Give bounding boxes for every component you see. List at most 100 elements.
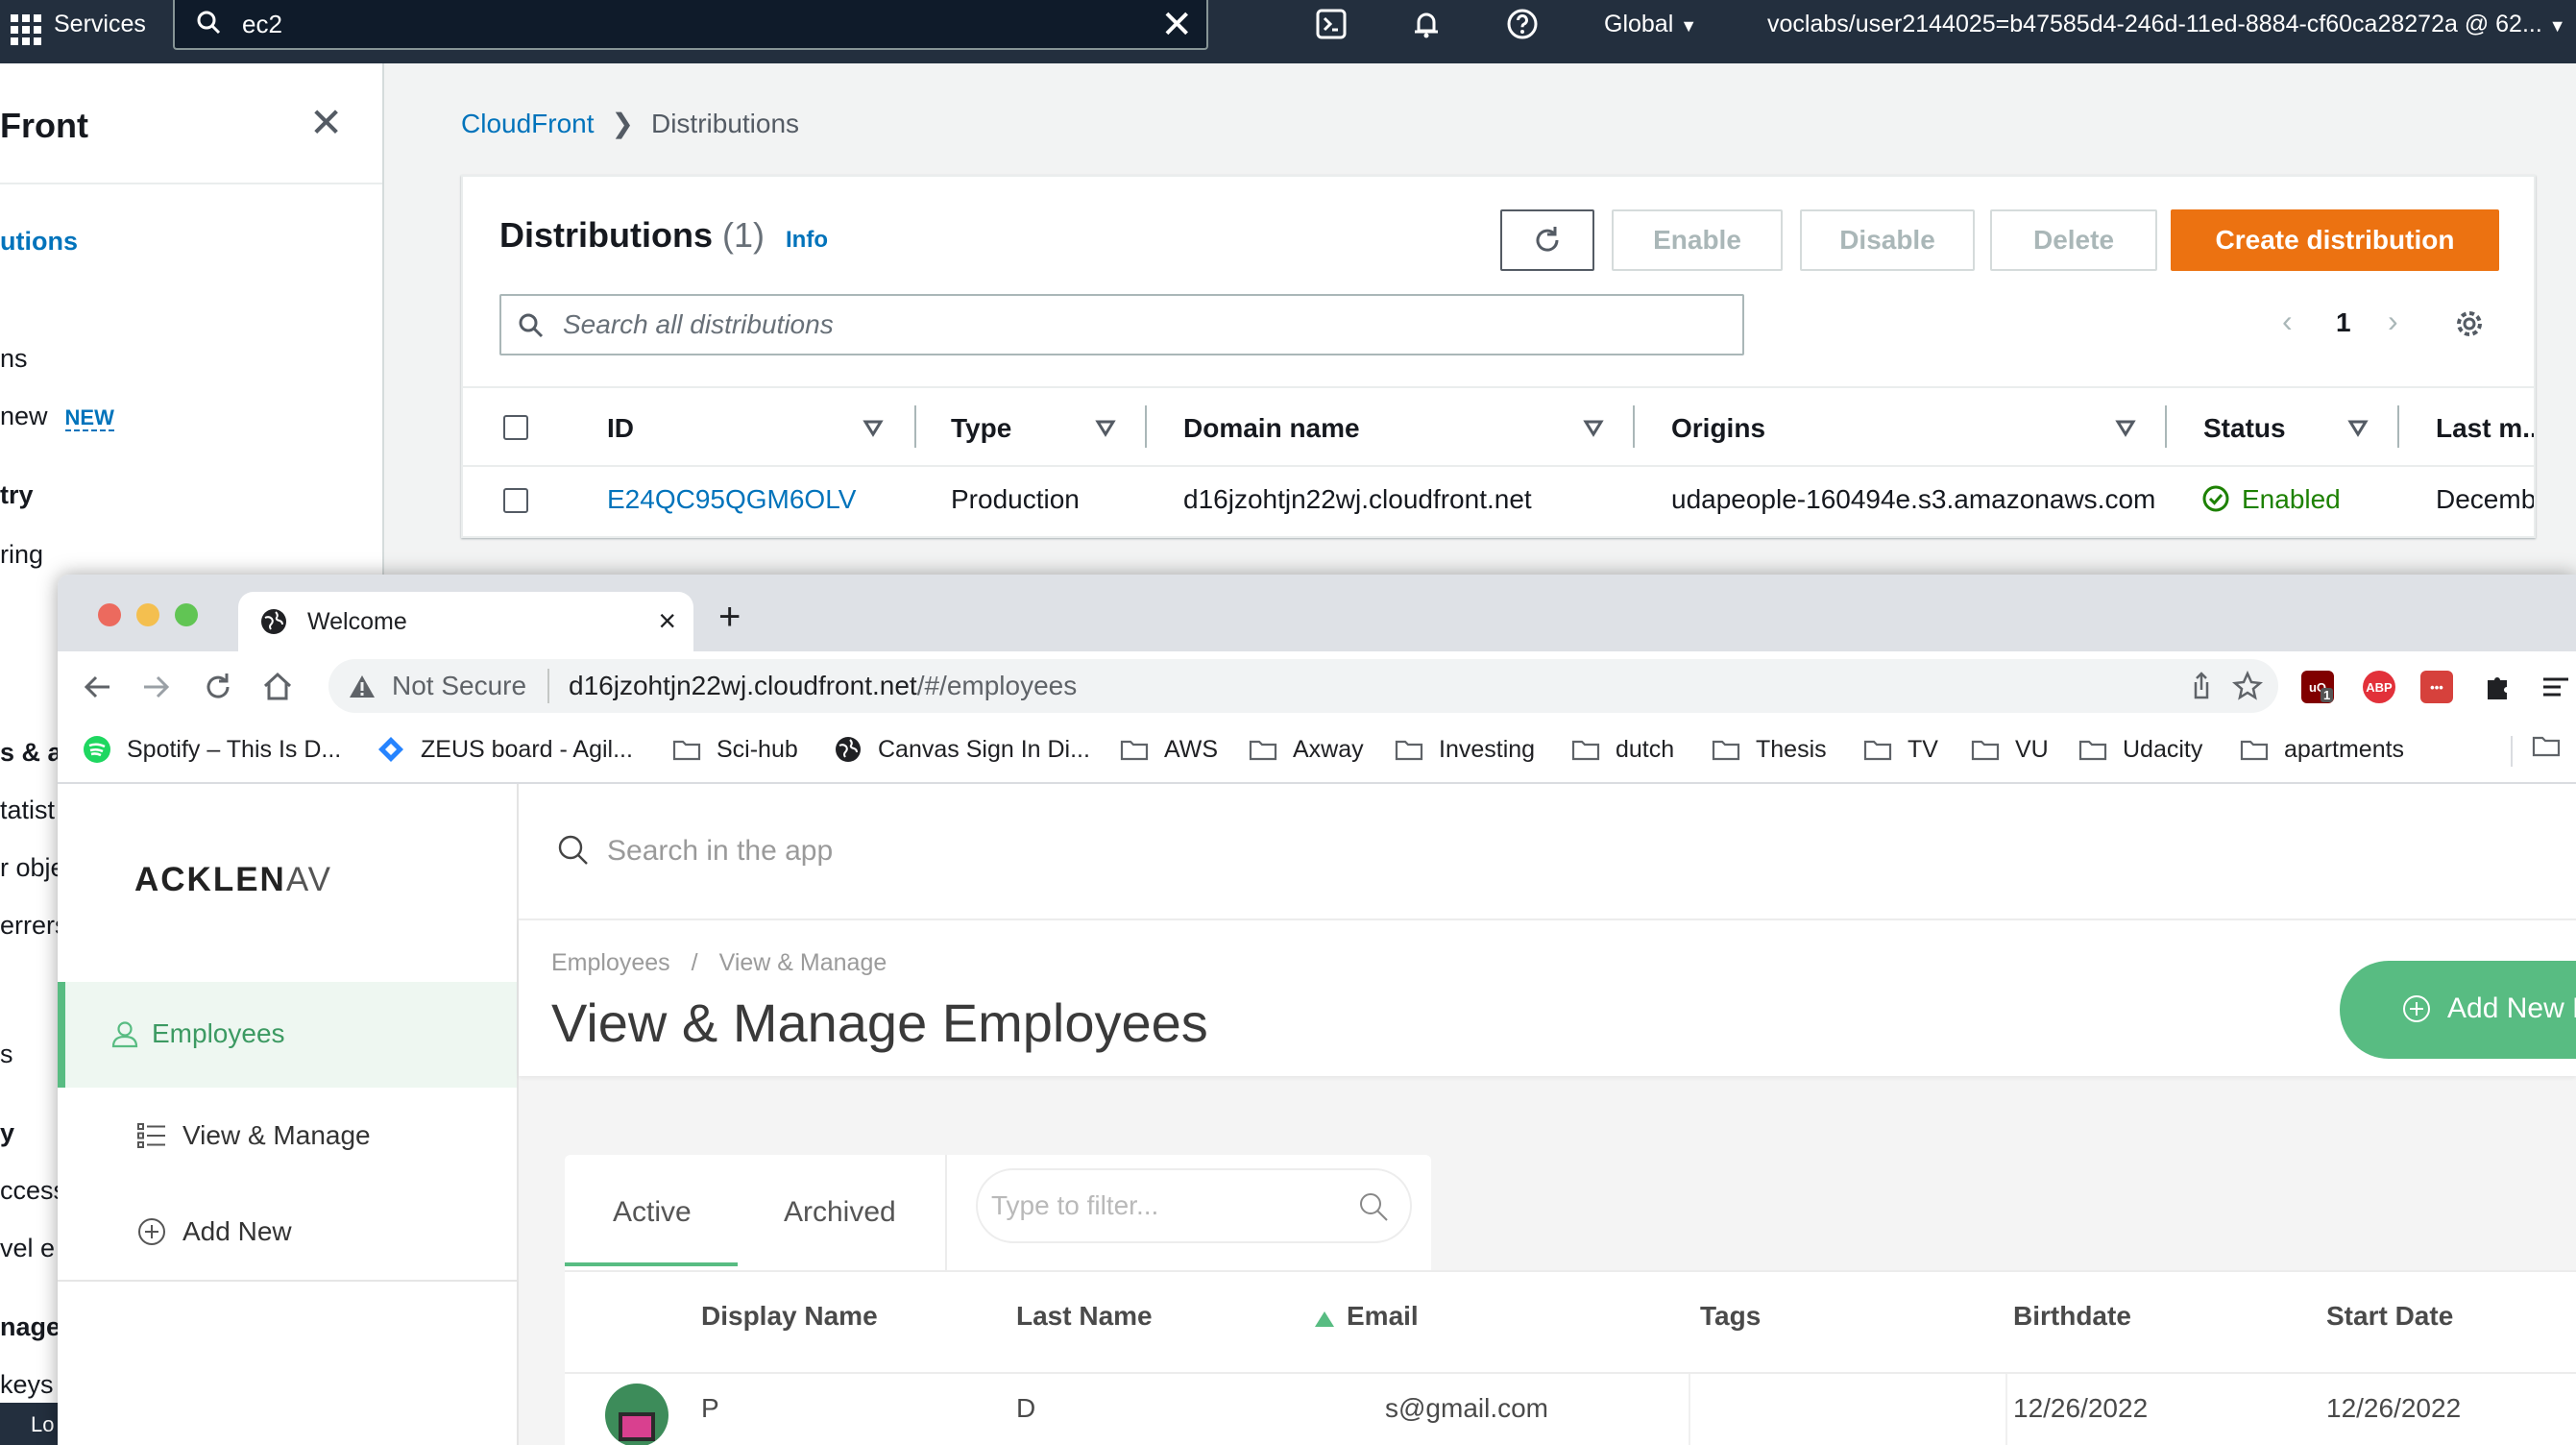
warning-triangle-icon[interactable]	[348, 673, 377, 699]
column-birthdate[interactable]: Birthdate	[2013, 1301, 2131, 1332]
column-divider[interactable]	[2165, 405, 2167, 448]
notifications-bell-icon[interactable]	[1410, 8, 1443, 40]
current-page[interactable]: 1	[2336, 304, 2351, 342]
tab-welcome[interactable]: Welcome ×	[238, 592, 693, 651]
filter-input[interactable]	[991, 1188, 1337, 1224]
share-icon[interactable]	[2186, 671, 2217, 701]
not-secure-label[interactable]: Not Secure	[392, 671, 526, 701]
column-start-date[interactable]: Start Date	[2326, 1301, 2453, 1332]
column-domain-name[interactable]: Domain name	[1183, 413, 1360, 444]
help-icon[interactable]	[1506, 8, 1539, 40]
nav-item-whats-new[interactable]: new NEW	[0, 402, 114, 431]
bookmark-star-icon[interactable]	[2232, 671, 2263, 701]
search-input-value[interactable]: ec2	[242, 10, 282, 38]
close-tab-icon[interactable]: ×	[658, 603, 676, 638]
bookmark-dutch[interactable]: dutch	[1571, 734, 1674, 765]
select-all-checkbox[interactable]	[503, 415, 528, 440]
sidebar-item-view-manage[interactable]: View & Manage	[58, 1084, 517, 1189]
bookmark-zeus-board[interactable]: ZEUS board - Agil...	[377, 734, 633, 765]
bookmark-axway[interactable]: Axway	[1249, 734, 1364, 765]
sort-ascending-icon[interactable]	[1314, 1310, 1335, 1328]
bookmark-tv[interactable]: TV	[1863, 734, 1938, 765]
add-new-employee-button[interactable]: Add New E	[2340, 961, 2576, 1059]
previous-page-icon[interactable]: ‹	[2282, 302, 2293, 340]
bookmark-vu[interactable]: VU	[1971, 734, 2049, 765]
settings-gear-icon[interactable]	[2453, 307, 2486, 340]
column-type[interactable]: Type	[951, 413, 1011, 444]
filter-box[interactable]	[976, 1168, 1412, 1243]
column-display-name[interactable]: Display Name	[701, 1301, 878, 1332]
create-distribution-button[interactable]: Create distribution	[2171, 209, 2499, 271]
column-tags[interactable]: Tags	[1700, 1301, 1761, 1332]
column-divider[interactable]	[914, 405, 916, 448]
services-grid-icon[interactable]	[8, 12, 41, 45]
distribution-search-input[interactable]	[563, 304, 1715, 346]
disable-button[interactable]: Disable	[1800, 209, 1975, 271]
breadcrumb-cloudfront[interactable]: CloudFront	[461, 109, 595, 138]
back-arrow-icon[interactable]	[81, 671, 113, 703]
url-text[interactable]: d16jzohtjn22wj.cloudfront.net/#/employee…	[569, 671, 1077, 701]
extensions-puzzle-icon[interactable]	[2482, 671, 2515, 703]
distribution-search[interactable]	[499, 294, 1744, 355]
sort-down-icon[interactable]	[863, 417, 884, 438]
nav-item-field-level-encryption[interactable]: vel e	[0, 1234, 55, 1263]
reload-icon[interactable]	[202, 671, 234, 703]
tab-active[interactable]: Active	[613, 1195, 692, 1230]
sort-down-icon[interactable]	[1095, 417, 1116, 438]
aws-search-box[interactable]: ec2 ✕	[173, 0, 1208, 50]
reading-list-icon[interactable]	[2540, 671, 2572, 703]
nav-item-statistics[interactable]: tatist	[0, 796, 55, 825]
refresh-button[interactable]	[1500, 209, 1594, 271]
column-divider[interactable]	[1145, 405, 1147, 448]
account-menu[interactable]: voclabs/user2144025=b47585d4-246d-11ed-8…	[1767, 10, 2566, 40]
bookmark-udacity[interactable]: Udacity	[2078, 734, 2202, 765]
row-checkbox[interactable]	[503, 488, 528, 513]
lastpass-extension-icon[interactable]: •••	[2420, 671, 2453, 703]
new-tab-button[interactable]: +	[718, 598, 741, 636]
address-bar[interactable]: Not Secure d16jzohtjn22wj.cloudfront.net…	[328, 659, 2278, 713]
enable-button[interactable]: Enable	[1612, 209, 1783, 271]
delete-button[interactable]: Delete	[1990, 209, 2157, 271]
sort-down-icon[interactable]	[2115, 417, 2136, 438]
services-menu[interactable]: Services	[54, 10, 146, 38]
region-selector[interactable]: Global ▼	[1604, 10, 1697, 40]
bookmark-aws[interactable]: AWS	[1120, 734, 1218, 765]
tab-archived[interactable]: Archived	[784, 1195, 896, 1230]
close-nav-icon[interactable]: ✕	[309, 102, 343, 144]
forward-arrow-icon[interactable]	[140, 671, 173, 703]
other-bookmarks-folder[interactable]	[2532, 734, 2576, 757]
bookmark-investing[interactable]: Investing	[1395, 734, 1535, 765]
nav-item-functions[interactable]: ns	[0, 344, 28, 374]
next-page-icon[interactable]: ›	[2388, 302, 2398, 340]
clear-search-icon[interactable]: ✕	[1160, 6, 1193, 44]
sidebar-item-employees[interactable]: Employees	[58, 982, 517, 1088]
nav-item-public-keys[interactable]: keys	[0, 1370, 54, 1400]
employee-display-name[interactable]: P	[701, 1393, 719, 1424]
nav-item-distributions[interactable]: utions	[0, 227, 78, 257]
column-email[interactable]: Email	[1347, 1301, 1419, 1332]
minimize-window-button[interactable]	[136, 603, 159, 626]
nav-item-monitoring[interactable]: ring	[0, 540, 43, 570]
app-search[interactable]: Search in the app	[557, 828, 1786, 874]
column-origins[interactable]: Origins	[1671, 413, 1765, 444]
sort-down-icon[interactable]	[1583, 417, 1604, 438]
nav-item-s[interactable]: s	[0, 1040, 13, 1069]
column-last-name[interactable]: Last Name	[1016, 1301, 1153, 1332]
cloudshell-icon[interactable]	[1315, 8, 1348, 40]
column-id[interactable]: ID	[607, 413, 634, 444]
column-divider[interactable]	[1633, 405, 1635, 448]
column-divider[interactable]	[2397, 405, 2399, 448]
bookmark-spotify[interactable]: Spotify – This Is D...	[83, 734, 341, 765]
column-status[interactable]: Status	[2203, 413, 2286, 444]
app-search-placeholder[interactable]: Search in the app	[607, 834, 833, 869]
adblock-plus-extension-icon[interactable]: ABP	[2363, 671, 2395, 703]
bookmark-thesis[interactable]: Thesis	[1712, 734, 1827, 765]
sidebar-item-add-new[interactable]: Add New	[58, 1180, 517, 1286]
breadcrumb-employees[interactable]: Employees	[551, 949, 670, 976]
acklenavenue-logo[interactable]: ACKLENAV	[134, 861, 332, 899]
close-window-button[interactable]	[98, 603, 121, 626]
bookmark-canvas[interactable]: Canvas Sign In Di...	[834, 734, 1090, 765]
maximize-window-button[interactable]	[175, 603, 198, 626]
home-icon[interactable]	[261, 671, 294, 703]
ublock-extension-icon[interactable]: uO 1	[2301, 671, 2334, 703]
